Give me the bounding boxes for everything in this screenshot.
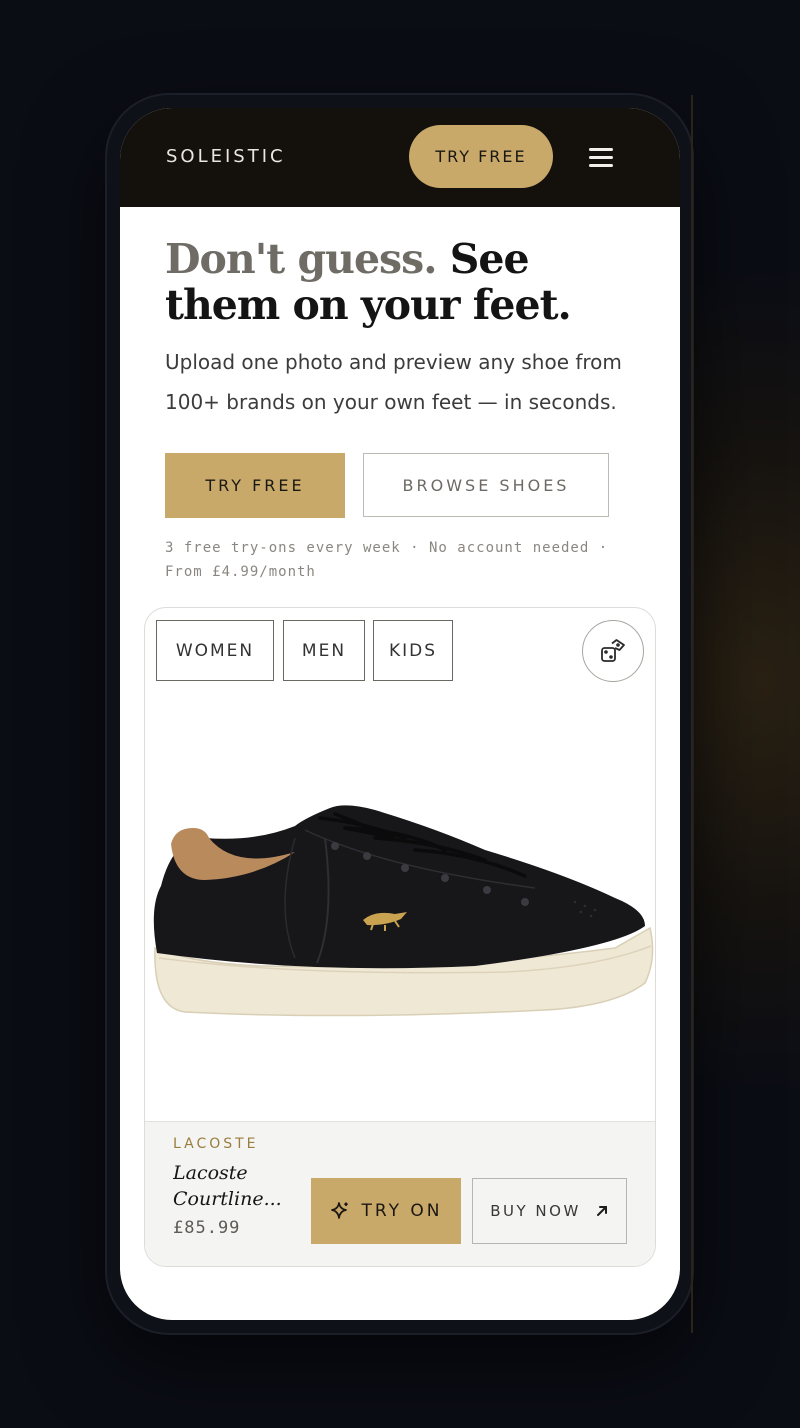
brand-logo-text[interactable]: SOLEISTIC [166,146,286,167]
try-free-button[interactable]: TRY FREE [165,453,345,518]
headline-muted-part: Don't guess. [165,235,437,283]
hamburger-menu-icon[interactable] [589,146,615,168]
shuffle-button[interactable] [582,620,644,682]
tab-men[interactable]: MEN [283,620,365,681]
tab-women[interactable]: WOMEN [156,620,274,681]
arrow-up-right-icon [596,1206,607,1216]
top-nav-bar: SOLEISTIC TRY FREE [120,108,680,207]
nav-try-free-button[interactable]: TRY FREE [409,125,553,188]
phone-screen: SOLEISTIC TRY FREE Don't guess. See them… [120,108,680,1320]
product-card: WOMEN MEN KIDS LACOSTE Lacoste Courtline… [144,607,656,1267]
hero-subtext: Upload one photo and preview any shoe fr… [165,350,622,414]
product-shoe-image [153,805,654,1017]
product-brand: LACOSTE [173,1136,259,1152]
product-footer: LACOSTE Lacoste Courtline... £85.99 TRY … [145,1121,655,1266]
try-on-label: TRY ON [361,1201,443,1221]
buy-now-label: BUY NOW [490,1202,581,1220]
hero-headline: Don't guess. See them on your feet. [165,236,635,328]
product-name-line2[interactable]: Courtline... [173,1186,293,1212]
dice-icon [601,639,625,662]
try-on-button[interactable]: TRY ON [311,1178,461,1244]
sparkle-icon [330,1202,348,1219]
product-name-line1[interactable]: Lacoste [173,1160,293,1186]
pricing-fineprint: 3 free try-ons every week · No account n… [165,540,609,580]
browse-shoes-button[interactable]: BROWSE SHOES [363,453,609,517]
buy-now-button[interactable]: BUY NOW [472,1178,627,1244]
side-edge-line [691,95,693,1333]
tab-kids[interactable]: KIDS [373,620,453,681]
product-price: £85.99 [173,1218,241,1238]
